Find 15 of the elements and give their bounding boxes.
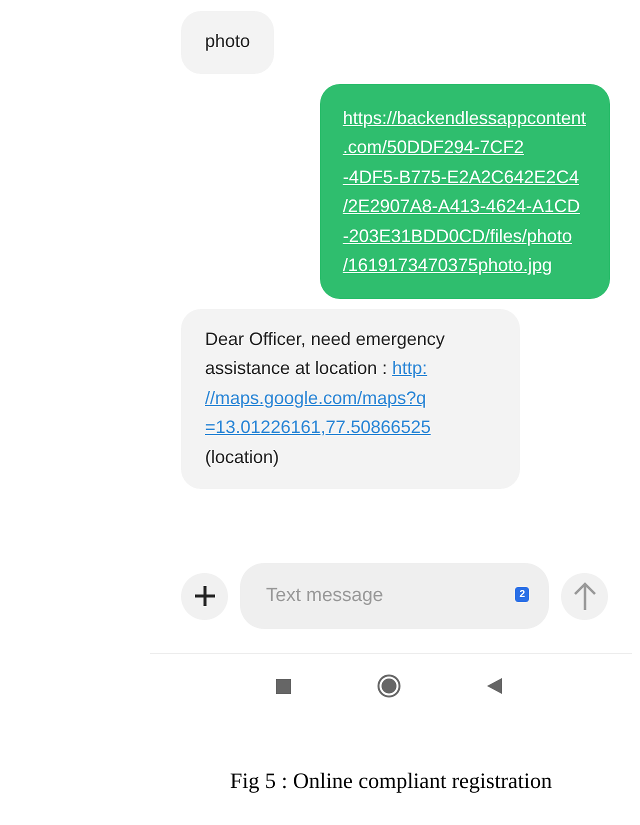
add-button[interactable] (181, 572, 228, 620)
sim-badge: 2 (515, 587, 529, 602)
back-icon[interactable] (487, 678, 502, 694)
message-link[interactable]: https://backendlessappcontent .com/50DDF294-7CF2 -4DF5-B775-E2A2C642E2C4 /2E2907A8-A413-4624-A1CD -203E31BDD0CD/files/photo /1619173470375photo.jpg (342, 104, 586, 280)
up-arrow-icon (572, 581, 596, 611)
message-link[interactable]: //maps.google.com/maps?q (205, 388, 426, 408)
message-link[interactable]: =13.01226161,77.50866525 (205, 417, 431, 437)
home-icon[interactable] (377, 674, 401, 698)
message-text: Dear Officer, need emergency assistance at location : http: //maps.google.com/maps?q =13.01226161,77.50866525 (location) (205, 328, 446, 469)
figure-caption: Fig 5 : Online compliant registration (228, 768, 553, 794)
send-button[interactable] (561, 572, 608, 620)
recent-apps-icon[interactable] (276, 678, 291, 694)
message-text: photo (205, 30, 250, 53)
plus-icon (194, 585, 216, 607)
message-link[interactable]: http: (392, 358, 428, 378)
